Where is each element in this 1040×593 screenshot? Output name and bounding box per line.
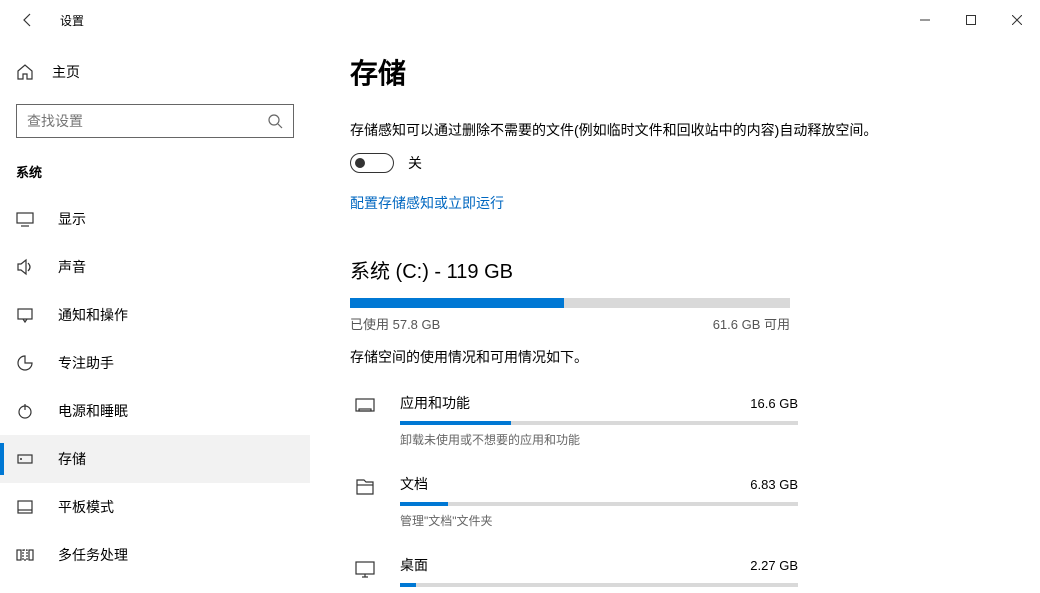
minimize-button[interactable] xyxy=(902,0,948,40)
display-icon xyxy=(16,210,36,228)
documents-icon xyxy=(350,474,380,529)
drive-free-label: 61.6 GB 可用 xyxy=(713,314,790,333)
notifications-icon xyxy=(16,306,36,324)
drive-subtext: 存储空间的使用情况和可用情况如下。 xyxy=(350,347,1000,367)
sidebar-group-title: 系统 xyxy=(0,156,310,195)
sidebar-item-label: 专注助手 xyxy=(58,353,114,373)
category-size: 6.83 GB xyxy=(750,477,798,492)
category-fill xyxy=(400,583,416,587)
category-name: 应用和功能 xyxy=(400,393,470,413)
sidebar-item-multitask[interactable]: 多任务处理 xyxy=(0,531,310,579)
toggle-state-label: 关 xyxy=(408,153,422,173)
sidebar-item-tablet[interactable]: 平板模式 xyxy=(0,483,310,531)
titlebar: 设置 xyxy=(0,0,1040,40)
category-fill xyxy=(400,502,448,506)
search-icon xyxy=(267,113,283,129)
home-label: 主页 xyxy=(52,62,80,82)
sidebar-item-power[interactable]: 电源和睡眠 xyxy=(0,387,310,435)
category-hint: 管理"文档"文件夹 xyxy=(400,512,798,529)
apps-icon xyxy=(350,393,380,448)
power-icon xyxy=(16,402,36,420)
page-title: 存储 xyxy=(350,52,1000,92)
multitask-icon xyxy=(16,546,36,564)
home-nav[interactable]: 主页 xyxy=(0,50,310,94)
category-size: 16.6 GB xyxy=(750,396,798,411)
storage-icon xyxy=(16,450,36,468)
maximize-button[interactable] xyxy=(948,0,994,40)
category-documents[interactable]: 文档 6.83 GB 管理"文档"文件夹 xyxy=(350,474,1000,529)
content-area: 存储 存储感知可以通过删除不需要的文件(例如临时文件和回收站中的内容)自动释放空… xyxy=(310,40,1040,593)
close-button[interactable] xyxy=(994,0,1040,40)
category-hint: 卸载未使用或不想要的应用和功能 xyxy=(400,431,798,448)
tablet-icon xyxy=(16,498,36,516)
storage-sense-desc: 存储感知可以通过删除不需要的文件(例如临时文件和回收站中的内容)自动释放空间。 xyxy=(350,120,910,141)
sidebar-item-label: 电源和睡眠 xyxy=(58,401,128,421)
drive-title: 系统 (C:) - 119 GB xyxy=(350,255,1000,284)
sidebar: 主页 系统 显示 声音 通知和操作 专注助手 xyxy=(0,40,310,593)
category-apps[interactable]: 应用和功能 16.6 GB 卸载未使用或不想要的应用和功能 xyxy=(350,393,1000,448)
sound-icon xyxy=(16,258,36,276)
sidebar-item-label: 存储 xyxy=(58,449,86,469)
sidebar-item-display[interactable]: 显示 xyxy=(0,195,310,243)
configure-storage-sense-link[interactable]: 配置存储感知或立即运行 xyxy=(350,195,504,211)
category-bar xyxy=(400,421,798,425)
sidebar-item-label: 多任务处理 xyxy=(58,545,128,565)
sidebar-item-storage[interactable]: 存储 xyxy=(0,435,310,483)
home-icon xyxy=(16,63,36,81)
sidebar-item-sound[interactable]: 声音 xyxy=(0,243,310,291)
sidebar-item-label: 声音 xyxy=(58,257,86,277)
category-fill xyxy=(400,421,511,425)
category-desktop[interactable]: 桌面2.27 GB管理"桌面"文件夹 xyxy=(350,555,1000,593)
storage-sense-toggle-row: 关 xyxy=(350,153,1000,173)
category-name: 桌面 xyxy=(400,555,428,575)
sidebar-item-label: 通知和操作 xyxy=(58,305,128,325)
category-size: 2.27 GB xyxy=(750,558,798,573)
drive-usage-fill xyxy=(350,298,564,308)
category-bar xyxy=(400,502,798,506)
focus-icon xyxy=(16,354,36,372)
category-name: 文档 xyxy=(400,474,428,494)
drive-meta: 已使用 57.8 GB 61.6 GB 可用 xyxy=(350,314,790,333)
category-bar xyxy=(400,583,798,587)
desktop-icon xyxy=(350,555,380,593)
window-title: 设置 xyxy=(60,12,84,29)
storage-sense-toggle[interactable] xyxy=(350,153,394,173)
search-input[interactable] xyxy=(27,113,267,129)
sidebar-item-label: 显示 xyxy=(58,209,86,229)
sidebar-item-focus[interactable]: 专注助手 xyxy=(0,339,310,387)
sidebar-item-label: 平板模式 xyxy=(58,497,114,517)
drive-used-label: 已使用 57.8 GB xyxy=(350,314,440,333)
search-box[interactable] xyxy=(16,104,294,138)
sidebar-item-notifications[interactable]: 通知和操作 xyxy=(0,291,310,339)
back-button[interactable] xyxy=(8,0,48,40)
drive-usage-bar xyxy=(350,298,790,308)
